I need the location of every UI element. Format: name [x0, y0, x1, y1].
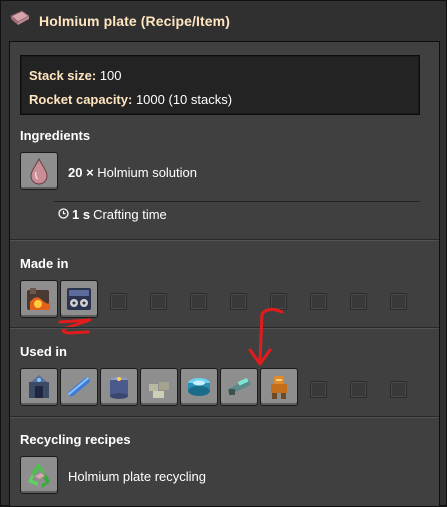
annotation-arrow: [248, 307, 284, 366]
empty-slot: [310, 293, 327, 310]
empty-slot: [150, 293, 167, 310]
empty-slot: [390, 293, 407, 310]
empty-slot: [310, 381, 327, 398]
section-divider: [10, 416, 439, 418]
used-in-slot-2[interactable]: [60, 368, 98, 406]
made-in-title: Made in: [20, 256, 69, 271]
crafting-time-value: 1 s: [72, 207, 91, 222]
superconductor-icon: [67, 377, 90, 397]
made-in-slot-2[interactable]: [60, 280, 98, 318]
made-in-slot-1[interactable]: [20, 280, 58, 318]
used-in-title: Used in: [20, 344, 67, 359]
recycling-slot[interactable]: [20, 456, 58, 494]
railgun-icon: [227, 377, 251, 395]
window-title: Holmium plate (Recipe/Item): [39, 13, 230, 29]
used-in-slot-5[interactable]: [180, 368, 218, 406]
holmium-solution-icon: [30, 157, 48, 185]
ingredients-divider: [54, 201, 420, 202]
stone-icon: [149, 382, 169, 398]
recipe-tooltip-window: Holmium plate (Recipe/Item) Stack size: …: [0, 0, 447, 507]
empty-slot: [190, 293, 207, 310]
electromagnetic-plant-icon: [29, 375, 49, 398]
rocket-capacity-value: 1000 (10 stacks): [135, 92, 233, 107]
assembling-machine-icon: [67, 288, 91, 310]
ingredient-row: 20 × Holmium solution: [68, 165, 197, 180]
empty-slot: [390, 381, 407, 398]
used-in-slot-4[interactable]: [140, 368, 178, 406]
stack-size-value: 100: [99, 68, 122, 83]
recycling-recipe-name: Holmium plate recycling: [68, 469, 206, 484]
empty-slot: [110, 293, 127, 310]
foundry-icon: [27, 288, 50, 310]
section-divider: [10, 327, 439, 329]
stack-size-row: Stack size: 100: [29, 68, 122, 83]
recycling-icon: [28, 463, 50, 488]
stack-size-label: Stack size:: [29, 68, 97, 83]
recycling-title: Recycling recipes: [20, 432, 131, 447]
clock-icon: [58, 207, 69, 222]
rocket-capacity-row: Rocket capacity: 1000 (10 stacks): [29, 92, 232, 107]
ingredient-amount: 20 ×: [68, 165, 94, 180]
crafting-time-row: 1 s Crafting time: [58, 207, 167, 222]
crafting-time-label: Crafting time: [93, 207, 167, 222]
rocket-capacity-label: Rocket capacity:: [29, 92, 133, 107]
ingredient-name: Holmium solution: [97, 165, 197, 180]
lens-icon: [188, 378, 210, 396]
empty-slot: [350, 293, 367, 310]
supercapacitor-icon: [110, 377, 128, 399]
holmium-plate-icon: [9, 9, 31, 33]
used-in-slot-7[interactable]: [260, 368, 298, 406]
mech-armor-icon: [271, 376, 287, 399]
used-in-slot-3[interactable]: [100, 368, 138, 406]
empty-slot: [350, 381, 367, 398]
empty-slot: [270, 293, 287, 310]
title-bar: Holmium plate (Recipe/Item): [9, 6, 429, 36]
used-in-slot-6[interactable]: [220, 368, 258, 406]
tooltip-body: Stack size: 100 Rocket capacity: 1000 (1…: [9, 41, 440, 507]
stats-box: Stack size: 100 Rocket capacity: 1000 (1…: [20, 55, 420, 115]
ingredients-title: Ingredients: [20, 128, 91, 143]
empty-slot: [230, 293, 247, 310]
section-divider: [10, 239, 439, 241]
used-in-slot-1[interactable]: [20, 368, 58, 406]
ingredient-slot[interactable]: [20, 152, 58, 190]
